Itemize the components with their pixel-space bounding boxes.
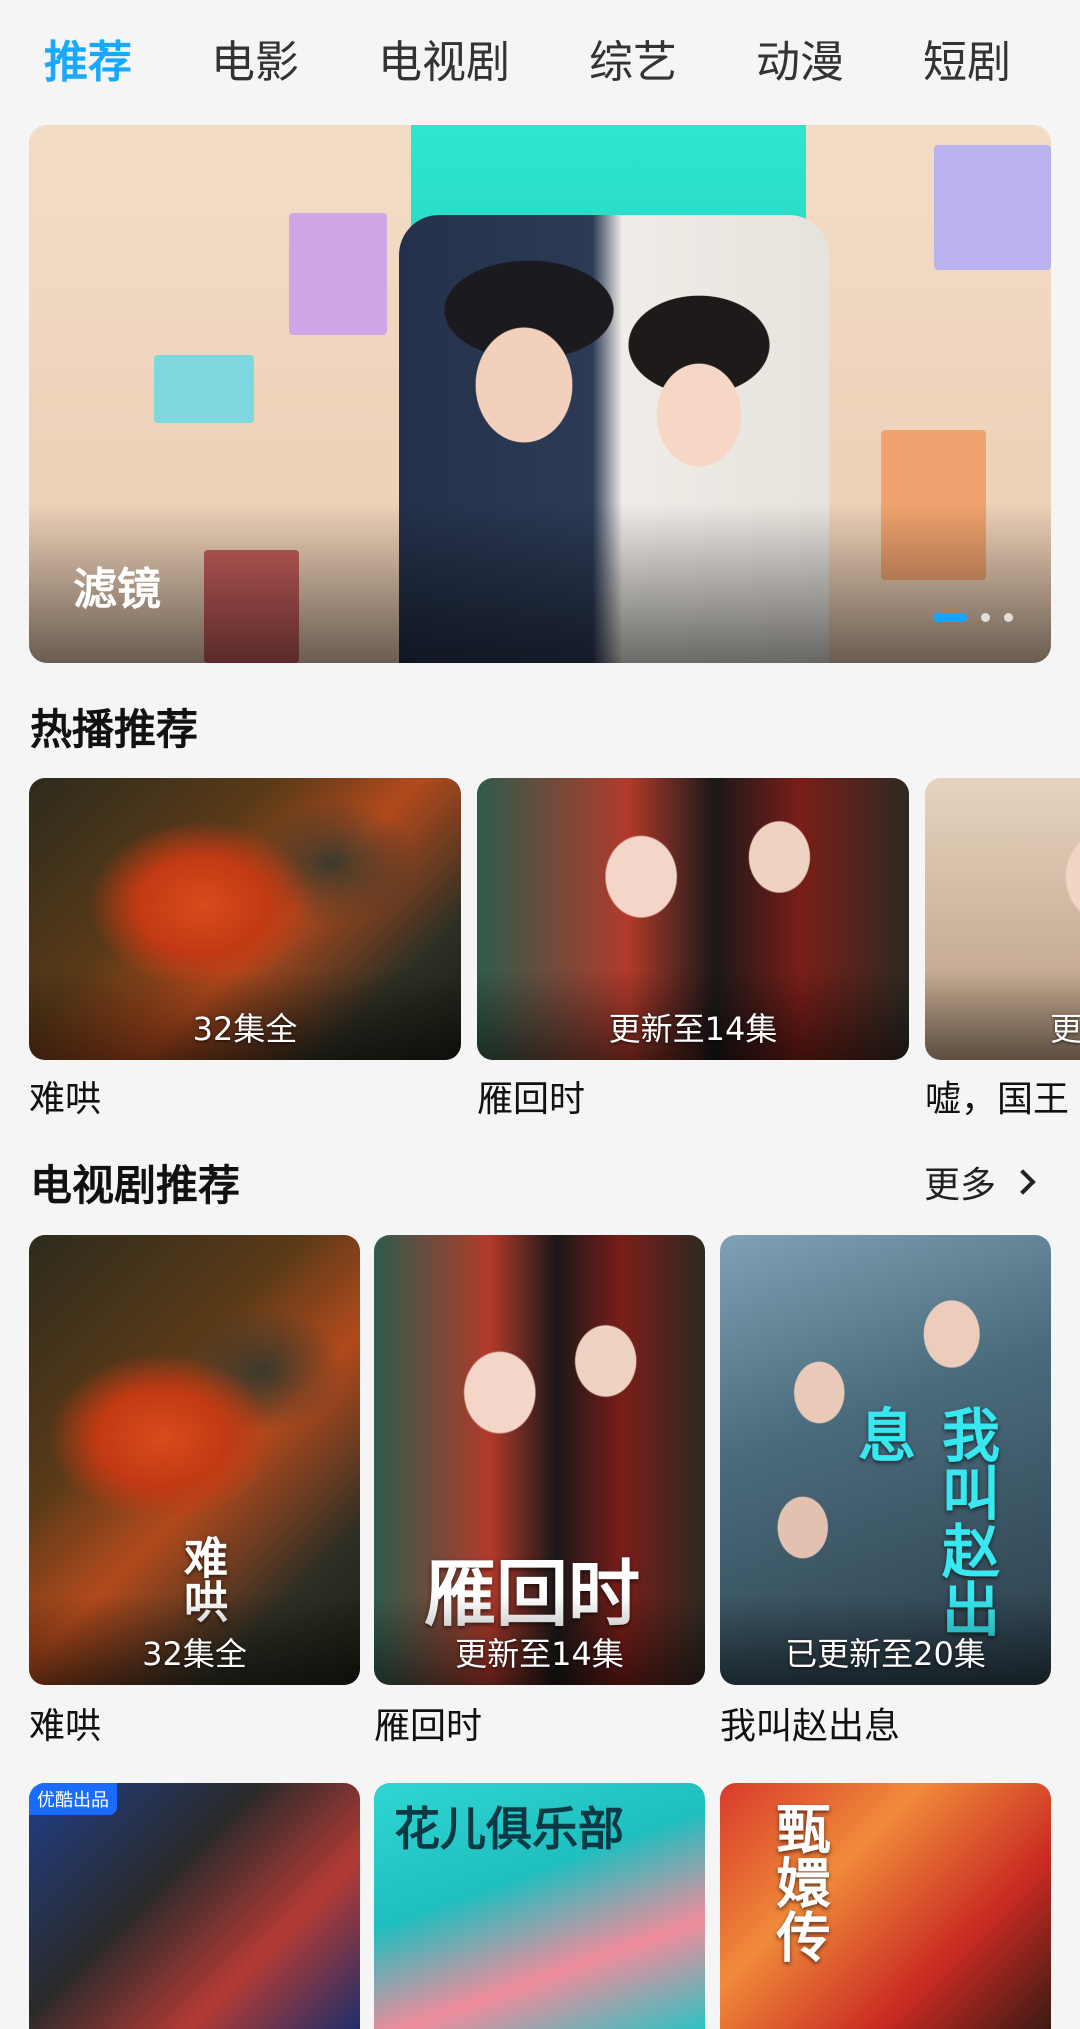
poster-image: 32集全 — [29, 778, 461, 1060]
poster-title: 花儿俱乐部 — [394, 1802, 624, 1856]
tv-card[interactable]: 优酷出品 — [29, 1783, 360, 2029]
lavender-niche — [934, 145, 1051, 270]
title-label: 难哄 — [29, 1079, 102, 1120]
poster-image: 雁回时 更新至14集 — [374, 1235, 705, 1685]
tab-short-drama[interactable]: 短剧 — [923, 40, 1011, 85]
poster-image: 更 — [925, 778, 1080, 1060]
tv-card[interactable]: 甄嬛传 — [720, 1783, 1051, 2029]
chevron-right-icon — [1010, 1169, 1036, 1195]
episode-status: 已更新至20集 — [785, 1635, 986, 1673]
hot-card[interactable]: 32集全 难哄 — [29, 778, 461, 1120]
tv-section-title: 电视剧推荐 — [30, 1161, 241, 1210]
question-niche — [154, 355, 254, 423]
title-label: 雁回时 — [374, 1706, 483, 1747]
more-link[interactable]: 更多 — [923, 1156, 1036, 1208]
tab-variety[interactable]: 综艺 — [589, 40, 677, 85]
poster-image: 花儿俱乐部 — [374, 1783, 705, 2029]
banner-gradient — [29, 503, 1051, 663]
banner-title: 滤镜 — [73, 564, 161, 615]
tv-card[interactable]: 难哄 32集全 难哄 — [29, 1235, 360, 1747]
poster-image: 甄嬛传 — [720, 1783, 1051, 2029]
hot-section-title: 热播推荐 — [30, 705, 199, 754]
episode-status: 更新至14集 — [608, 1010, 778, 1048]
episode-status: 32集全 — [192, 1010, 298, 1048]
tab-movie[interactable]: 电影 — [211, 40, 299, 85]
title-label: 难哄 — [29, 1706, 102, 1747]
tab-recommend[interactable]: 推荐 — [44, 40, 132, 85]
pagination-dot[interactable] — [1004, 613, 1013, 622]
title-label: 雁回时 — [477, 1079, 586, 1120]
episode-status: 更 — [1050, 1010, 1080, 1048]
hot-card[interactable]: 更 嘘，国王 — [925, 778, 1080, 1118]
episode-status: 32集全 — [142, 1635, 247, 1673]
tab-anime[interactable]: 动漫 — [756, 40, 844, 85]
banner-pagination[interactable] — [933, 613, 1013, 622]
episode-status: 更新至14集 — [455, 1635, 624, 1673]
tv-card[interactable]: 我叫赵出息 已更新至20集 我叫赵出息 — [720, 1235, 1051, 1747]
poster-image: 我叫赵出息 已更新至20集 — [720, 1235, 1051, 1685]
poster-image: 难哄 32集全 — [29, 1235, 360, 1685]
pagination-dot-active[interactable] — [933, 613, 967, 622]
purple-niche — [289, 213, 387, 335]
hero-banner[interactable]: 滤镜 — [29, 125, 1051, 663]
studio-badge: 优酷出品 — [29, 1783, 117, 1815]
title-label: 嘘，国王 — [925, 1079, 1070, 1118]
poster-title: 甄嬛传 — [767, 1801, 831, 1963]
hot-card[interactable]: 更新至14集 雁回时 — [477, 778, 909, 1120]
poster-image: 更新至14集 — [477, 778, 909, 1060]
more-label: 更多 — [923, 1165, 996, 1206]
tab-tv-series[interactable]: 电视剧 — [378, 40, 510, 85]
poster-image: 优酷出品 — [29, 1783, 360, 2029]
title-label: 我叫赵出息 — [720, 1706, 901, 1747]
tv-card[interactable]: 花儿俱乐部 — [374, 1783, 705, 2029]
tv-card[interactable]: 雁回时 更新至14集 雁回时 — [374, 1235, 705, 1747]
pagination-dot[interactable] — [981, 613, 990, 622]
category-tabs: 推荐 电影 电视剧 综艺 动漫 短剧 — [0, 0, 1080, 125]
